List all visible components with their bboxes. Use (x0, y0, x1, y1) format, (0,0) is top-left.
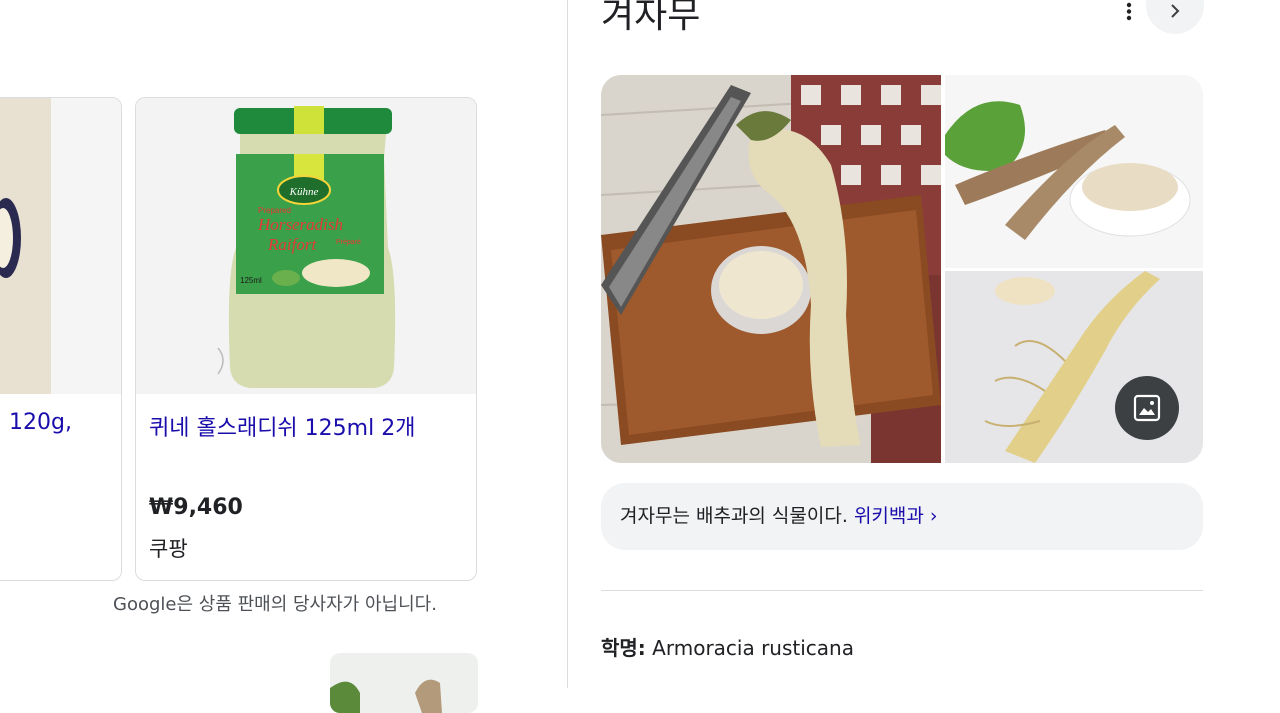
next-panel-button[interactable] (1146, 0, 1204, 34)
scientific-name-value: Armoracia rusticana (652, 636, 854, 660)
wikipedia-link[interactable]: 위키백과 › (854, 505, 938, 527)
more-vert-icon[interactable] (1116, 0, 1142, 26)
product-card-prev[interactable]: 120g, (0, 97, 122, 581)
gallery-image-top-right[interactable] (945, 75, 1203, 268)
shopping-disclaimer: Google은 상품 판매의 당사자가 아닙니다. (113, 594, 437, 615)
product-title[interactable]: 퀴네 홀스래디쉬 125ml 2개 (149, 410, 415, 442)
product-image[interactable]: Kühne Prepared Horseradish Raifort Prépa… (136, 98, 476, 394)
scientific-name-row: 학명: Armoracia rusticana (601, 632, 854, 661)
scientific-name-label: 학명: (601, 636, 646, 660)
gallery-image-main[interactable] (601, 75, 942, 463)
jar-text-prepare: Préparé (336, 239, 361, 246)
section-divider (601, 590, 1203, 591)
view-images-button[interactable] (1115, 376, 1179, 440)
next-result-thumbnail[interactable] (330, 653, 478, 713)
product-image-prev (0, 98, 121, 394)
jar-text-volume: 125ml (240, 276, 262, 285)
description-text: 겨자무는 배추과의 식물이다. (620, 505, 848, 527)
jar-brand-text: Kühne (289, 186, 319, 198)
jar-text-horseradish: Horseradish (257, 215, 343, 234)
chevron-right-icon (1171, 4, 1180, 18)
image-icon (1133, 394, 1161, 422)
product-card[interactable]: Kühne Prepared Horseradish Raifort Prépa… (135, 97, 477, 581)
description-chip: 겨자무는 배추과의 식물이다. 위키백과 › (601, 483, 1203, 550)
jar-text-raifort: Raifort (267, 235, 317, 254)
image-gallery[interactable] (601, 75, 1203, 463)
product-title-prev[interactable]: 120g, (9, 410, 72, 435)
jar-text-prepared: Prepared (258, 206, 291, 215)
gallery-image-bottom-right[interactable] (945, 271, 1203, 463)
product-seller: 쿠팡 (149, 537, 188, 561)
product-price: ₩9,460 (149, 495, 243, 520)
column-divider (567, 0, 568, 688)
knowledge-panel-title: 겨자무 (601, 0, 701, 36)
